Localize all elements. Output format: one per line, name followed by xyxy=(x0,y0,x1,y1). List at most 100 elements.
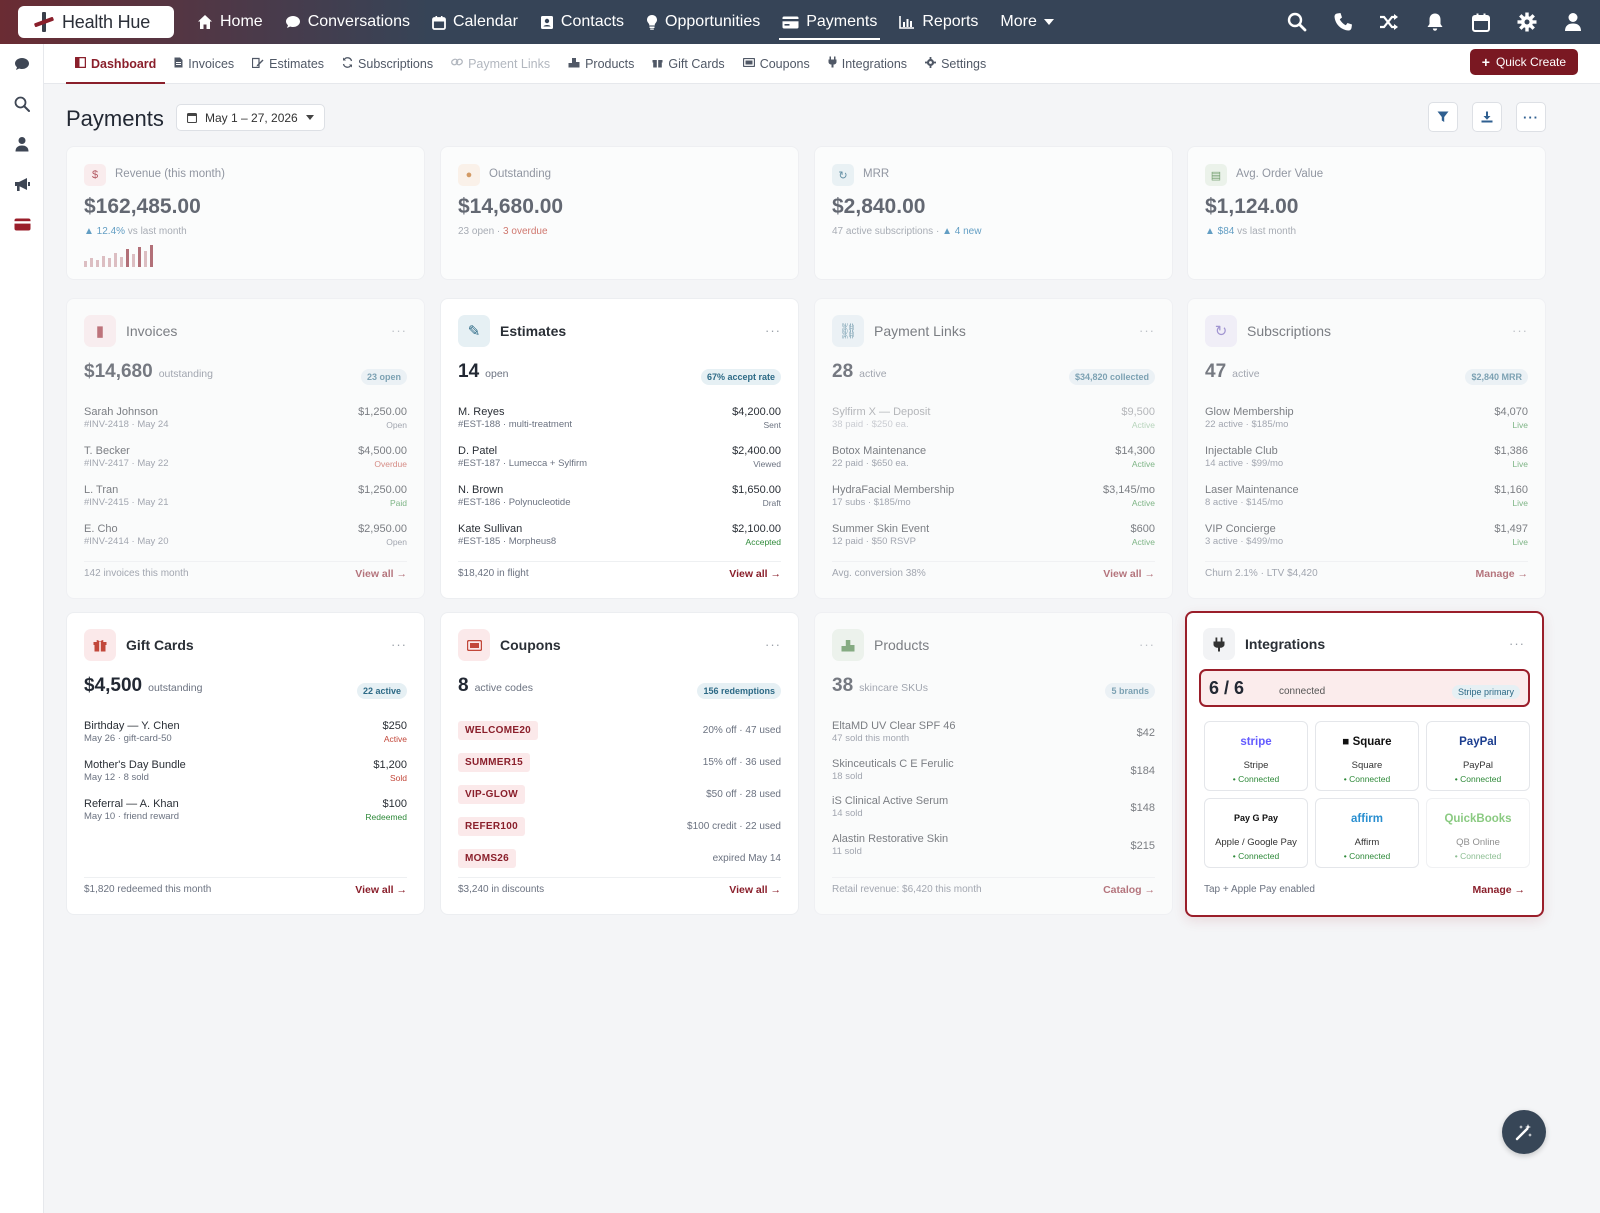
tab-settings[interactable]: Settings xyxy=(916,44,995,84)
card-big-value: 8 active codes xyxy=(458,675,533,697)
card-more-button[interactable]: ··· xyxy=(391,323,407,338)
list-item[interactable]: Botox Maintenance 22 paid · $650 ea. $14,3… xyxy=(832,442,1155,481)
tab-invoices[interactable]: Invoices xyxy=(165,44,243,84)
tab-coupons[interactable]: Coupons xyxy=(734,44,819,84)
list-item[interactable]: SUMMER15 15% off · 36 used xyxy=(458,749,781,781)
shuffle-icon[interactable] xyxy=(1378,11,1400,33)
home-icon xyxy=(198,15,212,29)
list-item[interactable]: Summer Skin Event 12 paid · $50 RSVP $600 A… xyxy=(832,520,1155,559)
filter-button[interactable] xyxy=(1428,102,1458,132)
person-icon[interactable] xyxy=(0,124,44,164)
card-more-button[interactable]: ··· xyxy=(1139,637,1155,652)
list-item[interactable]: Referral — A. Khan May 10 · friend reward… xyxy=(84,795,407,834)
quick-create-button[interactable]: + Quick Create xyxy=(1469,49,1578,75)
nav-more[interactable]: More xyxy=(989,0,1064,44)
list-item[interactable]: Laser Maintenance 8 active · $145/mo $1,16… xyxy=(1205,481,1528,520)
tile-status: • Connected xyxy=(1232,774,1280,784)
nav-opportunities[interactable]: Opportunities xyxy=(635,0,771,44)
integration-tile-apple-google-pay[interactable]: Pay G Pay Apple / Google Pay • Connected xyxy=(1204,798,1308,868)
card-more-button[interactable]: ··· xyxy=(765,637,781,652)
integration-tile-stripe[interactable]: stripe Stripe • Connected xyxy=(1204,721,1308,791)
credit-card-icon[interactable] xyxy=(0,204,44,244)
tab-integrations[interactable]: Integrations xyxy=(819,44,916,84)
nav-calendar[interactable]: Calendar xyxy=(421,0,529,44)
nav-home[interactable]: Home xyxy=(186,0,274,44)
gear-icon[interactable] xyxy=(1516,11,1538,33)
view-all-link[interactable]: View all → xyxy=(729,884,781,896)
tab-subscriptions-label: Subscriptions xyxy=(358,56,434,71)
subscriptions-active-count: 47 xyxy=(1205,361,1227,382)
integration-tile-quickbooks[interactable]: QuickBooks QB Online • Connected xyxy=(1426,798,1530,868)
card-more-button[interactable]: ··· xyxy=(1139,323,1155,338)
list-item[interactable]: Sarah Johnson #INV-2418 · May 24 $1,250.00… xyxy=(84,403,407,442)
chat-icon[interactable] xyxy=(0,44,44,84)
tab-gift-cards[interactable]: Gift Cards xyxy=(643,44,733,84)
list-item[interactable]: N. Brown #EST-186 · Polynucleotide $1,650.… xyxy=(458,481,781,520)
status-badge: 23 open xyxy=(360,369,407,385)
download-button[interactable] xyxy=(1472,102,1502,132)
app-logo[interactable]: Health Hue xyxy=(18,6,174,38)
list-item[interactable]: M. Reyes #EST-188 · multi-treatment $4,200… xyxy=(458,403,781,442)
view-all-link[interactable]: View all → xyxy=(355,884,407,896)
view-all-link[interactable]: View all → xyxy=(729,568,781,580)
tab-products[interactable]: Products xyxy=(559,44,643,84)
list-item[interactable]: D. Patel #EST-187 · Lumecca + Sylfirm $2,4… xyxy=(458,442,781,481)
view-all-link[interactable]: View all → xyxy=(1103,568,1155,580)
list-item[interactable]: Injectable Club 14 active · $99/mo $1,386 L… xyxy=(1205,442,1528,481)
nav-contacts[interactable]: Contacts xyxy=(529,0,635,44)
card-more-button[interactable]: ··· xyxy=(1512,323,1528,338)
nav-payments[interactable]: Payments xyxy=(771,0,888,44)
coupons-active-count: 8 xyxy=(458,675,469,696)
stat-value: $1,124.00 xyxy=(1205,195,1299,218)
manage-link[interactable]: Manage → xyxy=(1472,884,1525,896)
tile-status: • Connected xyxy=(1232,851,1280,861)
catalog-link[interactable]: Catalog → xyxy=(1103,884,1155,896)
list-item[interactable]: VIP-GLOW $50 off · 28 used xyxy=(458,781,781,813)
view-all-link[interactable]: View all → xyxy=(355,568,407,580)
tab-dashboard[interactable]: Dashboard xyxy=(66,44,166,84)
magic-wand-button[interactable] xyxy=(1502,1110,1546,1154)
card-more-button[interactable]: ··· xyxy=(1509,636,1525,651)
list-item[interactable]: Skinceuticals C E Ferulic 18 sold $184 xyxy=(832,755,1155,793)
user-icon[interactable] xyxy=(1562,11,1584,33)
list-item[interactable]: T. Becker #INV-2417 · May 22 $4,500.00 Over… xyxy=(84,442,407,481)
list-item[interactable]: L. Tran #INV-2415 · May 21 $1,250.00 Paid xyxy=(84,481,407,520)
card-more-button[interactable]: ··· xyxy=(391,637,407,652)
list-item[interactable]: Mother's Day Bundle May 12 · 8 sold $1,200… xyxy=(84,756,407,795)
integration-tile-paypal[interactable]: PayPal PayPal • Connected xyxy=(1426,721,1530,791)
tab-subscriptions[interactable]: Subscriptions xyxy=(333,44,442,84)
status-badge: $34,820 collected xyxy=(1068,369,1155,385)
integration-tile-affirm[interactable]: affirm Affirm • Connected xyxy=(1315,798,1419,868)
megaphone-icon[interactable] xyxy=(0,164,44,204)
search-icon[interactable] xyxy=(1286,11,1308,33)
list-item[interactable]: REFER100 $100 credit · 22 used xyxy=(458,813,781,845)
list-item[interactable]: WELCOME20 20% off · 47 used xyxy=(458,717,781,749)
card-more-button[interactable]: ··· xyxy=(765,323,781,338)
calendar-icon[interactable] xyxy=(1470,11,1492,33)
search-icon[interactable] xyxy=(0,84,44,124)
integration-tile-square[interactable]: ■ Square Square • Connected xyxy=(1315,721,1419,791)
tab-payment-links[interactable]: Payment Links xyxy=(442,44,559,84)
page-header: Payments May 1 – 27, 2026 ··· xyxy=(66,102,1546,134)
phone-icon[interactable] xyxy=(1332,11,1354,33)
list-item[interactable]: E. Cho #INV-2414 · May 20 $2,950.00 Open xyxy=(84,520,407,559)
list-item[interactable]: iS Clinical Active Serum 14 sold $148 xyxy=(832,792,1155,830)
list-item[interactable]: HydraFacial Membership 17 subs · $185/mo $… xyxy=(832,481,1155,520)
more-options-button[interactable]: ··· xyxy=(1516,102,1546,132)
nav-conversations[interactable]: Conversations xyxy=(274,0,421,44)
list-item[interactable]: Alastin Restorative Skin 11 sold $215 xyxy=(832,830,1155,868)
bell-icon[interactable] xyxy=(1424,11,1446,33)
nav-reports[interactable]: Reports xyxy=(888,0,989,44)
list-item[interactable]: MOMS26 expired May 14 xyxy=(458,845,781,877)
list-item[interactable]: Glow Membership 22 active · $185/mo $4,070… xyxy=(1205,403,1528,442)
footer-note: $18,420 in flight xyxy=(458,568,529,579)
list-item[interactable]: EltaMD UV Clear SPF 46 47 sold this month… xyxy=(832,717,1155,755)
tab-estimates[interactable]: Estimates xyxy=(243,44,333,84)
date-range-picker[interactable]: May 1 – 27, 2026 xyxy=(176,104,325,131)
list-item[interactable]: Kate Sullivan #EST-185 · Morpheus8 $2,100.… xyxy=(458,520,781,559)
manage-link[interactable]: Manage → xyxy=(1475,568,1528,580)
list-item[interactable]: Sylfirm X — Deposit 38 paid · $250 ea. $9,… xyxy=(832,403,1155,442)
row-status: Active xyxy=(1131,459,1155,469)
list-item[interactable]: Birthday — Y. Chen May 26 · gift-card-50 $… xyxy=(84,717,407,756)
list-item[interactable]: VIP Concierge 3 active · $499/mo $1,497 Liv… xyxy=(1205,520,1528,559)
